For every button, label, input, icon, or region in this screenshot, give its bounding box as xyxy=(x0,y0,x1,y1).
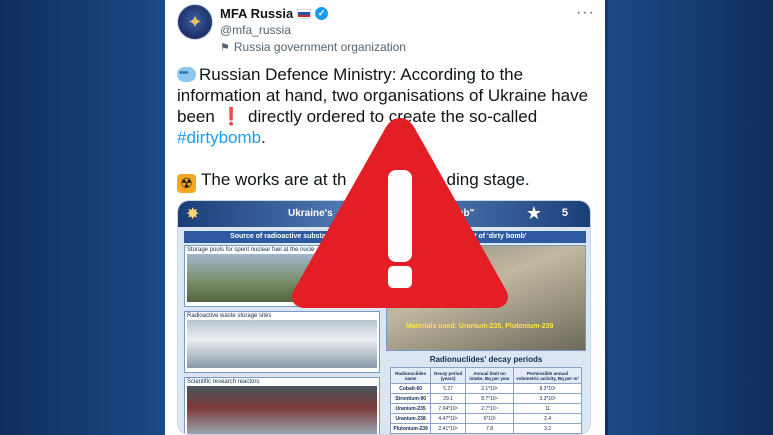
table-cell: 8.7*10⁴ xyxy=(464,393,515,404)
text-line-1: Russian Defence Ministry: According to t… xyxy=(199,65,524,84)
verified-icon: ✓ xyxy=(315,7,329,20)
table-cell: 4.47*10⁹ xyxy=(430,413,466,424)
column-header: Annual limit on intake, Bq per year xyxy=(464,367,515,384)
organization-text: Russia government organization xyxy=(233,40,406,54)
text-line-3: been xyxy=(177,107,215,126)
table-row: Strontium-90 29.1 8.7*10⁴ 3.3*10² xyxy=(389,393,582,404)
table-cell: 6*10³ xyxy=(464,413,515,424)
materials-caption: Materials used: Uranium-235, Plutonium-2… xyxy=(406,323,554,330)
speech-balloon-icon xyxy=(177,63,196,84)
table-cell: Plutonium-239 xyxy=(389,423,432,434)
radioactive-icon: ☢ xyxy=(177,174,196,193)
table-cell: Uranium-238 xyxy=(389,413,432,424)
photo-tanks xyxy=(187,320,377,368)
panel-label: Scientific research reactors xyxy=(187,379,260,385)
eagle-emblem-icon: ✦ xyxy=(187,12,203,32)
panel-waste-sites: Radioactive waste storage sites xyxy=(184,311,380,373)
flag-icon: ⚑ xyxy=(220,41,230,54)
panel-label: Radioactive waste storage sites xyxy=(187,313,272,319)
warning-triangle-icon xyxy=(292,118,508,308)
background-right xyxy=(608,0,773,435)
background-left xyxy=(0,0,165,435)
period: . xyxy=(261,128,266,147)
table-cell: Uranium-235 xyxy=(389,403,432,414)
avatar[interactable]: ✦ xyxy=(177,4,213,40)
more-options-button[interactable]: ··· xyxy=(576,4,595,22)
name-row: MFA Russia ✓ xyxy=(220,6,329,21)
hashtag-link[interactable]: #dirtybomb xyxy=(177,128,261,147)
table-cell: 2.41*10⁴ xyxy=(430,423,466,434)
text-line-2: information at hand, two organisations o… xyxy=(177,86,589,105)
table-cell: 8.3*10² xyxy=(513,383,582,394)
table-cell: 29.1 xyxy=(430,393,466,404)
exclamation-icon: ❗ xyxy=(220,107,242,126)
table-row: Uranium-235 7.04*10⁸ 2.7*10⁴ 11 xyxy=(389,403,582,414)
star-logo-icon: ★ xyxy=(525,203,542,223)
russia-flag-icon xyxy=(297,8,312,19)
account-handle[interactable]: @mfa_russia xyxy=(220,23,291,37)
table-cell: 7.8 xyxy=(464,423,515,434)
account-name[interactable]: MFA Russia xyxy=(220,6,293,21)
table-row: Uranium-238 4.47*10⁹ 6*10³ 2.4 xyxy=(389,413,582,424)
table-cell: 11 xyxy=(513,403,582,414)
decay-title: Radionuclides' decay periods xyxy=(429,355,543,364)
table-row: Plutonium-239 2.41*10⁴ 7.8 3.2 xyxy=(389,423,582,434)
table-cell: 5.27 xyxy=(430,383,466,394)
tweet-header: ✦ MFA Russia ✓ @mfa_russia ⚑ Russia gove… xyxy=(177,4,595,56)
column-header: Permissible annual volumetric activity, … xyxy=(513,367,582,384)
table-cell: 2.4 xyxy=(513,413,582,424)
table-row: Cobalt-60 5.27 2.1*10⁵ 8.3*10² xyxy=(389,383,582,394)
table-cell: 7.04*10⁸ xyxy=(430,403,466,414)
ministry-emblem-icon: ✸ xyxy=(186,206,200,223)
decay-table: Radionuclides name Decay period (years) … xyxy=(389,367,582,434)
slide-number: 5 xyxy=(561,207,568,219)
table-cell: Cobalt-60 xyxy=(389,383,432,394)
column-header: Radionuclides name xyxy=(389,367,432,384)
table-cell: 3.2 xyxy=(513,423,582,434)
table-cell: 2.1*10⁵ xyxy=(464,383,515,394)
table-header-row: Radionuclides name Decay period (years) … xyxy=(389,367,582,384)
column-header: Decay period (years) xyxy=(430,367,466,384)
table-cell: 2.7*10⁴ xyxy=(464,403,515,414)
table-cell: Strontium-90 xyxy=(389,393,432,404)
organization-label: ⚑ Russia government organization xyxy=(220,40,406,54)
photo-reactor xyxy=(187,386,377,434)
panel-reactors: Scientific research reactors xyxy=(184,377,380,434)
table-cell: 3.3*10² xyxy=(513,393,582,404)
